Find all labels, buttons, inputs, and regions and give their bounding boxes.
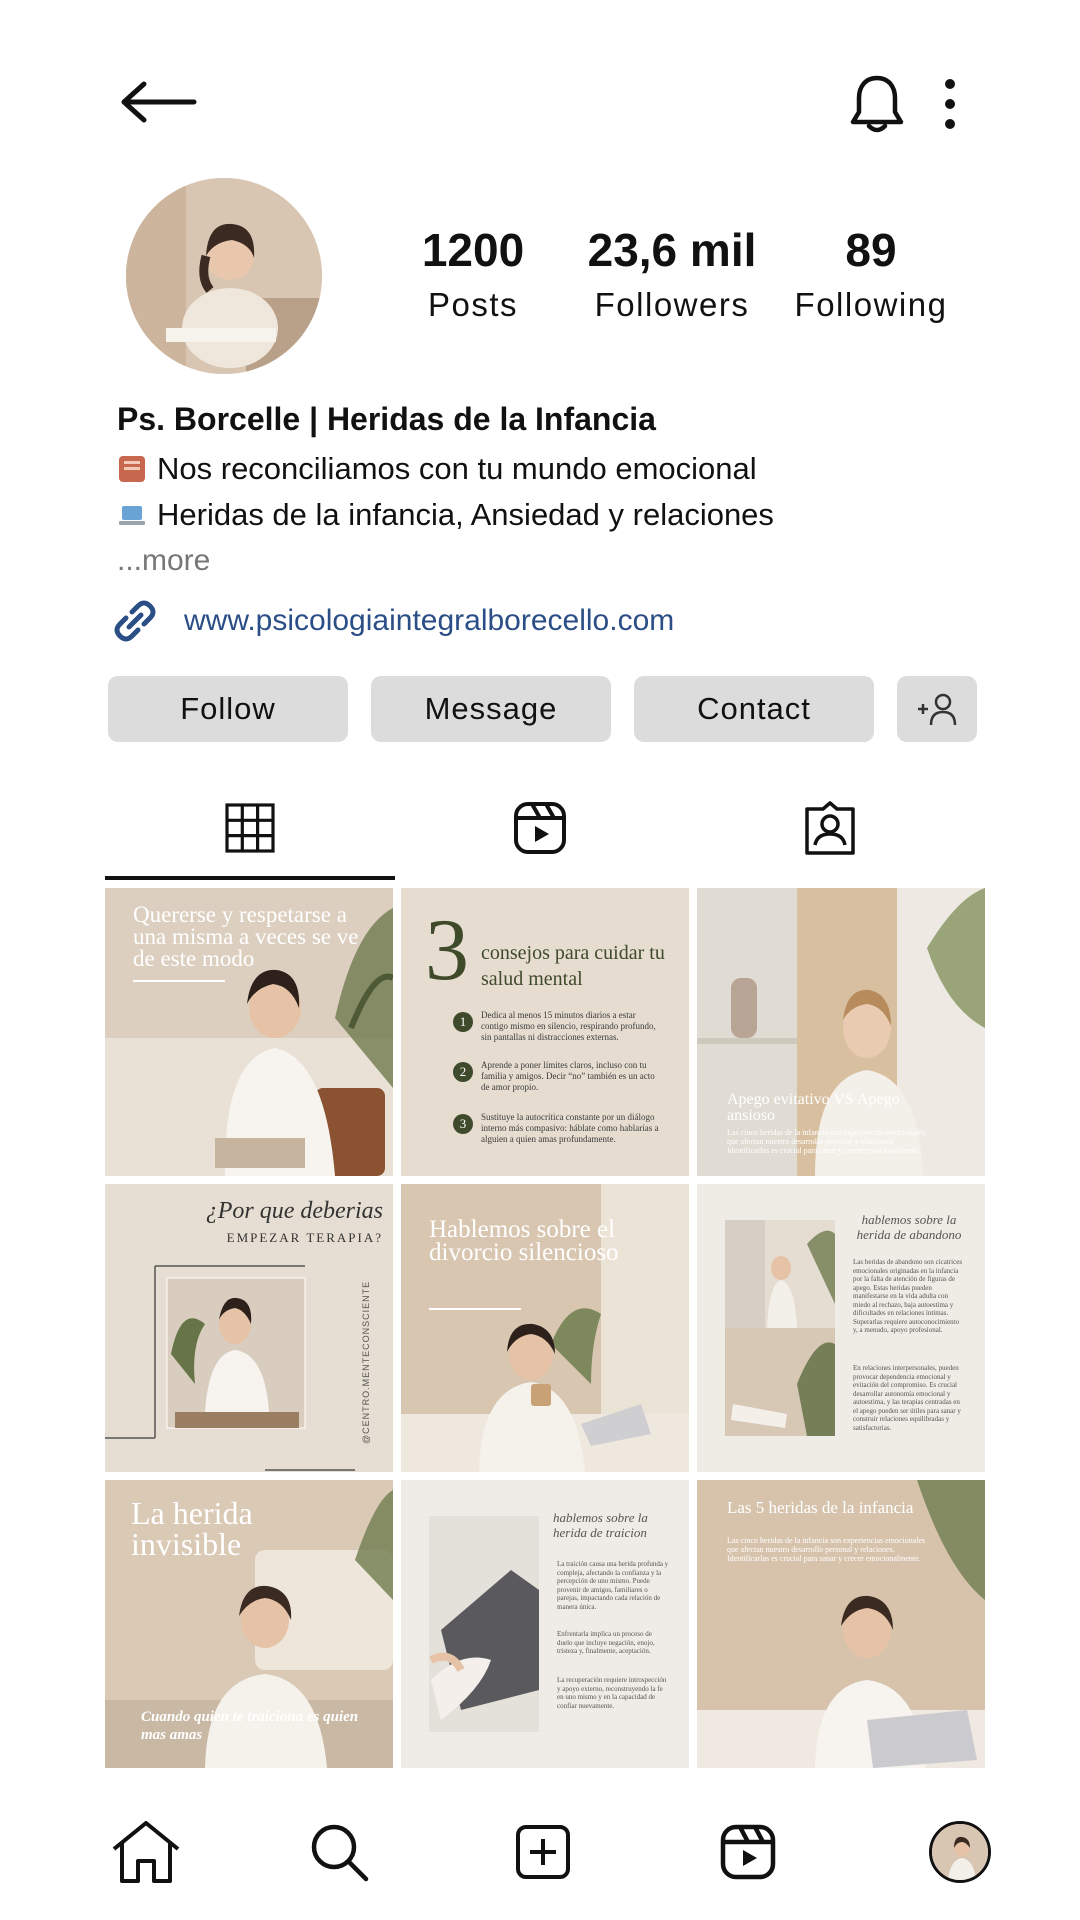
post-5[interactable]: Hablemos sobre el divorcio silencioso	[401, 1184, 689, 1472]
reels-icon	[719, 1823, 777, 1881]
post-2-number: 3	[425, 902, 469, 999]
post-6-para-1: Las heridas de abandono son cicatrices e…	[853, 1258, 963, 1334]
post-2-tip-2: Aprende a poner límites claros, incluso …	[481, 1060, 655, 1092]
post-1-divider	[133, 980, 225, 982]
website-url[interactable]: www.psicologiaintegralborecello.com	[184, 604, 674, 638]
create-icon	[515, 1824, 571, 1880]
profile-name: Ps. Borcelle | Heridas de la Infancia	[117, 401, 656, 437]
following-count[interactable]: 89 Following	[766, 222, 976, 328]
post-6-script: hablemos sobre la herida de abandono	[856, 1212, 962, 1242]
tab-reels[interactable]	[395, 780, 685, 876]
post-5-title: Hablemos sobre el divorcio silencioso	[429, 1216, 619, 1266]
add-user-button[interactable]	[897, 676, 977, 742]
post-2-tip-1-marker: 1	[453, 1012, 473, 1032]
post-9-title: Las 5 heridas de la infancia	[727, 1498, 914, 1517]
post-7[interactable]: La herida invisible Cuando quien te trai…	[105, 1480, 393, 1768]
contact-button[interactable]: Contact	[634, 676, 874, 742]
tab-posts-grid[interactable]	[105, 780, 395, 876]
grid-icon	[224, 802, 276, 854]
post-2-tip-1: Dedica al menos 15 minutos diarios a est…	[481, 1010, 656, 1042]
post-9[interactable]: Las 5 heridas de la infancia Las cinco h…	[697, 1480, 985, 1768]
post-5-divider	[429, 1308, 521, 1310]
post-8-para-1: La traición causa una herida profunda y …	[557, 1560, 669, 1611]
laptop-icon	[117, 500, 147, 530]
following-count-value: 89	[845, 224, 897, 276]
post-4-handle-wrap: @CENTRO.MENTECONSCIENTE	[361, 1244, 381, 1444]
profile-avatar[interactable]	[126, 178, 322, 374]
post-7-title: La herida invisible	[131, 1495, 253, 1562]
bio-text-1: Nos reconciliamos con tu mundo emocional	[157, 451, 757, 486]
home-icon	[108, 1819, 184, 1885]
nav-reels[interactable]	[703, 1812, 793, 1892]
followers-count-value: 23,6 mil	[587, 224, 757, 276]
post-8-script: hablemos sobre la herida de traicion	[553, 1510, 648, 1540]
post-1-title: Quererse y respetarse a una misma a vece…	[133, 902, 359, 971]
back-arrow-icon[interactable]	[118, 72, 198, 132]
link-icon	[112, 598, 158, 644]
bio-line-2: Heridas de la infancia, Ansiedad y relac…	[117, 494, 774, 536]
post-4[interactable]: ¿Por que deberias EMPEZAR TERAPIA? @CENT…	[105, 1184, 393, 1472]
bio-text-2: Heridas de la infancia, Ansiedad y relac…	[157, 497, 774, 532]
add-person-icon	[897, 676, 977, 742]
post-8-para-2: Enfrentarla implica un proceso de duelo …	[557, 1630, 655, 1655]
post-2-tip-3: Sustituye la autocrítica constante por u…	[481, 1112, 659, 1144]
search-icon	[308, 1821, 370, 1883]
bio-line-1: Nos reconciliamos con tu mundo emocional	[117, 448, 757, 490]
nav-create[interactable]	[498, 1812, 588, 1892]
post-4-handle: @CENTRO.MENTECONSCIENTE	[361, 1280, 371, 1444]
bio-more-link[interactable]: ...more	[117, 540, 210, 582]
posts-count[interactable]: 1200 Posts	[368, 222, 578, 328]
reels-icon	[512, 800, 568, 856]
post-1[interactable]: Quererse y respetarse a una misma a vece…	[105, 888, 393, 1176]
follow-button[interactable]: Follow	[108, 676, 348, 742]
bell-icon[interactable]	[848, 72, 906, 136]
tagged-icon	[803, 801, 857, 855]
post-3-title: Apego evitativo VS Apego ansioso	[727, 1091, 900, 1124]
post-3-caption: Las cinco heridas de la infancia son exp…	[727, 1128, 926, 1155]
followers-count-label: Followers	[594, 286, 750, 323]
more-options-icon[interactable]	[938, 76, 962, 132]
posts-count-value: 1200	[421, 224, 525, 276]
nav-search[interactable]	[294, 1812, 384, 1892]
post-9-caption: Las cinco heridas de la infancia son exp…	[727, 1536, 926, 1563]
followers-count[interactable]: 23,6 mil Followers	[567, 222, 777, 328]
following-count-label: Following	[794, 286, 948, 323]
post-3[interactable]: Apego evitativo VS Apego ansioso Las cin…	[697, 888, 985, 1176]
post-7-quote: Cuando quien te traiciona es quien mas a…	[141, 1709, 359, 1743]
posts-count-label: Posts	[427, 286, 519, 323]
active-tab-indicator	[105, 876, 395, 880]
tab-tagged[interactable]	[685, 780, 975, 876]
message-button[interactable]: Message	[371, 676, 611, 742]
post-6-para-2: En relaciones interpersonales, pueden pr…	[853, 1364, 961, 1432]
post-2-tip-3-marker: 3	[453, 1114, 473, 1134]
nav-profile[interactable]	[915, 1812, 1005, 1892]
post-2-tip-2-marker: 2	[453, 1062, 473, 1082]
nav-home[interactable]	[101, 1812, 191, 1892]
book-icon	[117, 454, 147, 484]
post-2[interactable]: 3 consejos para cuidar tu salud mental 1…	[401, 888, 689, 1176]
profile-avatar-small	[929, 1821, 991, 1883]
post-2-title: consejos para cuidar tu salud mental	[481, 942, 665, 990]
post-6[interactable]: hablemos sobre la herida de abandono Las…	[697, 1184, 985, 1472]
website-link[interactable]: www.psicologiaintegralborecello.com	[112, 598, 674, 644]
post-8-para-3: La recuperación requiere introspección y…	[557, 1676, 667, 1710]
post-8[interactable]: hablemos sobre la herida de traicion La …	[401, 1480, 689, 1768]
